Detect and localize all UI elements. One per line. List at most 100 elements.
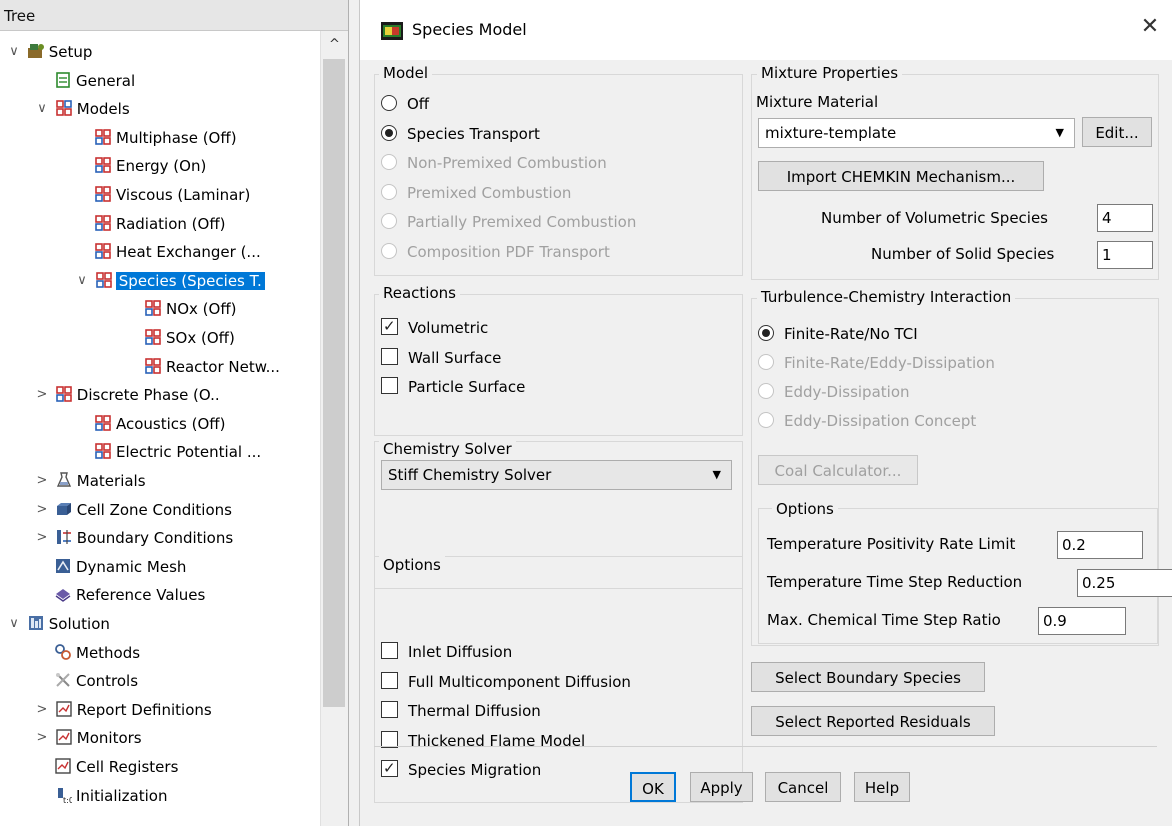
radio-button[interactable] [758, 412, 774, 428]
radio-button[interactable] [381, 213, 397, 229]
radio-option[interactable]: Non-Premixed Combustion [381, 150, 607, 176]
tree-item[interactable]: Multiphase (Off) [94, 124, 237, 152]
chevron-right-icon[interactable]: > [34, 467, 50, 495]
radio-button[interactable] [381, 124, 397, 141]
radio-option[interactable]: Species Transport [381, 121, 540, 147]
tree-item[interactable]: Electric Potential ... [94, 438, 261, 466]
option-label: Finite-Rate/No TCI [784, 325, 918, 343]
chevron-down-icon[interactable]: ∨ [6, 610, 22, 638]
tree-item[interactable]: ∨ Models [34, 95, 129, 123]
coal-calculator-button[interactable]: Coal Calculator... [758, 455, 918, 485]
option-row-field[interactable]: 0.25 [1077, 569, 1172, 597]
select-boundary-species-button[interactable]: Select Boundary Species [751, 662, 985, 692]
volumetric-species-field[interactable]: 4 [1097, 204, 1153, 232]
tree-item[interactable]: > Report Definitions [34, 696, 212, 724]
radio-button[interactable] [381, 95, 397, 111]
radio-option[interactable]: Finite-Rate/No TCI [758, 321, 918, 347]
chevron-right-icon[interactable]: > [34, 724, 50, 752]
chevron-right-icon[interactable]: > [34, 524, 50, 552]
scroll-up-arrow-icon[interactable]: ^ [321, 37, 348, 52]
tree-item-label: Reactor Netw... [166, 357, 280, 376]
checkbox-option[interactable]: Species Migration [381, 755, 541, 783]
tree-item[interactable]: Viscous (Laminar) [94, 181, 250, 209]
checkbox[interactable] [381, 730, 398, 748]
checkbox-option[interactable]: Volumetric [381, 313, 488, 341]
radio-option[interactable]: Premixed Combustion [381, 180, 571, 206]
checkbox-option[interactable]: Inlet Diffusion [381, 639, 512, 665]
close-icon[interactable]: ✕ [1135, 14, 1165, 39]
checkbox[interactable] [381, 377, 398, 394]
import-chemkin-button[interactable]: Import CHEMKIN Mechanism... [758, 161, 1044, 191]
tree-item[interactable]: NOx (Off) [144, 295, 237, 323]
help-button[interactable]: Help [854, 772, 910, 802]
chevron-down-icon[interactable]: ∨ [74, 267, 90, 295]
tree-item[interactable]: Acoustics (Off) [94, 410, 225, 438]
checkbox-option[interactable]: Wall Surface [381, 345, 501, 371]
checkbox-option[interactable]: Thermal Diffusion [381, 698, 541, 724]
option-row-field[interactable]: 0.2 [1057, 531, 1143, 559]
checkbox-option[interactable]: Thickened Flame Model [381, 728, 585, 754]
checkbox[interactable] [381, 347, 398, 365]
radio-button[interactable] [758, 325, 774, 341]
edit-mixture-button[interactable]: Edit... [1082, 117, 1152, 147]
radio-option[interactable]: Partially Premixed Combustion [381, 209, 636, 235]
radio-button[interactable] [758, 383, 774, 399]
tree-item[interactable]: ∨ Solution [6, 610, 110, 638]
checkbox[interactable] [381, 642, 398, 659]
tree-scrollbar[interactable]: ^ [320, 31, 348, 826]
cancel-button[interactable]: Cancel [765, 772, 841, 802]
tree-item[interactable]: > Boundary Conditions [34, 524, 234, 552]
chevron-down-icon[interactable]: ∨ [6, 38, 22, 66]
chevron-right-icon[interactable]: > [34, 696, 50, 724]
select-reported-residuals-button[interactable]: Select Reported Residuals [751, 706, 995, 736]
checkbox[interactable] [381, 313, 398, 339]
apply-button[interactable]: Apply [690, 772, 753, 802]
tree-item[interactable]: ∨ Species (Species T. [74, 267, 265, 295]
radio-button[interactable] [381, 242, 397, 259]
chevron-down-icon[interactable]: ∨ [34, 95, 50, 123]
tree-item[interactable]: ∨ Setup [6, 38, 92, 66]
tree-item[interactable]: Methods [54, 639, 140, 667]
checkbox[interactable] [381, 701, 398, 718]
tree-item[interactable]: t:0 Initialization [54, 782, 167, 810]
tree-item[interactable]: > Monitors [34, 724, 142, 752]
chevron-right-icon[interactable]: > [34, 381, 50, 409]
scrollbar-thumb[interactable] [323, 59, 345, 707]
chevron-right-icon[interactable]: > [34, 496, 50, 524]
checkbox[interactable] [381, 755, 398, 781]
radio-option[interactable]: Eddy-Dissipation [758, 379, 910, 405]
chemistry-solver-select[interactable]: Stiff Chemistry Solver ▼ [381, 460, 732, 490]
radio-button[interactable] [381, 154, 397, 170]
radio-option[interactable]: Eddy-Dissipation Concept [758, 408, 976, 434]
option-row-field[interactable]: 0.9 [1038, 607, 1126, 635]
ok-button[interactable]: OK [630, 772, 676, 802]
dialog-titlebar: Species Model ✕ [359, 0, 1172, 60]
checkbox-option[interactable]: Particle Surface [381, 374, 525, 400]
tree-item-label: Cell Zone Conditions [76, 500, 232, 519]
tree-item[interactable]: Reference Values [54, 581, 205, 609]
tree-item[interactable]: > Materials [34, 467, 146, 495]
solid-species-field[interactable]: 1 [1097, 241, 1153, 269]
checkbox[interactable] [381, 671, 398, 689]
tree-item[interactable]: > Discrete Phase (O.. [34, 381, 220, 409]
tree-item-label: Discrete Phase (O.. [76, 386, 220, 405]
tree-item[interactable]: Radiation (Off) [94, 210, 226, 238]
tree-item[interactable]: Cell Registers [54, 753, 178, 781]
tree-item[interactable]: General [54, 67, 135, 95]
tree-item[interactable]: Heat Exchanger (... [94, 238, 261, 266]
tree-item[interactable]: > Cell Zone Conditions [34, 496, 232, 524]
tree-item[interactable]: Controls [54, 667, 138, 695]
checkbox-option[interactable]: Full Multicomponent Diffusion [381, 669, 631, 695]
tree-item[interactable]: Energy (On) [94, 152, 206, 180]
radio-button[interactable] [758, 354, 774, 370]
tree-item-label: Solution [48, 615, 110, 633]
radio-button[interactable] [381, 183, 397, 200]
radio-option[interactable]: Off [381, 91, 429, 117]
tree-item[interactable]: SOx (Off) [144, 324, 235, 352]
report-icon [54, 757, 72, 775]
tree-item[interactable]: Reactor Netw... [144, 353, 280, 381]
tree-item[interactable]: Dynamic Mesh [54, 553, 186, 581]
radio-option[interactable]: Composition PDF Transport [381, 239, 610, 265]
mixture-material-select[interactable]: mixture-template ▼ [758, 118, 1075, 148]
radio-option[interactable]: Finite-Rate/Eddy-Dissipation [758, 350, 995, 376]
